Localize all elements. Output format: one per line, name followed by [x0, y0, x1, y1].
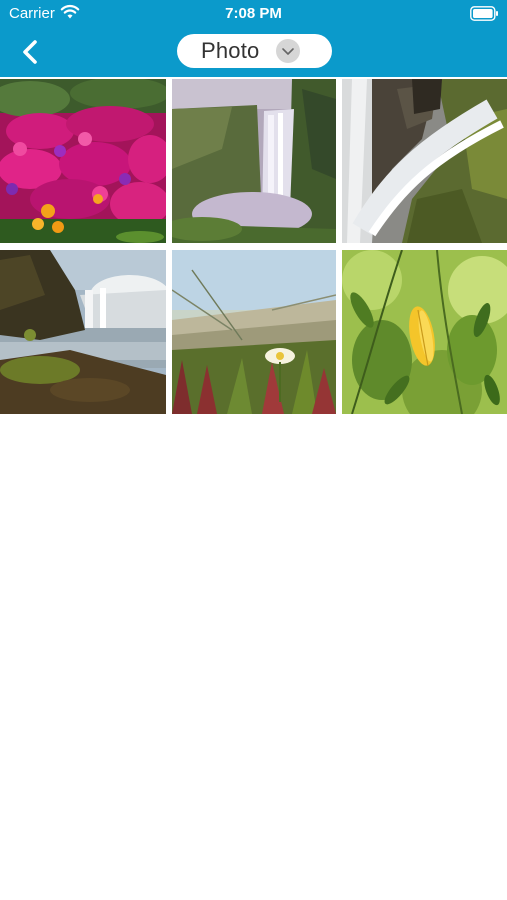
back-button[interactable] — [14, 36, 48, 70]
photo-pink-flowers[interactable] — [0, 79, 166, 243]
chevron-left-icon — [23, 40, 37, 64]
chevron-down-icon — [276, 39, 300, 63]
photo-yellow-leaf[interactable] — [342, 250, 507, 414]
photo-type-selector[interactable]: Photo — [177, 34, 332, 68]
battery-icon — [470, 6, 498, 21]
status-bar: Carrier 7:08 PM — [0, 0, 507, 28]
photo-beach-flower[interactable] — [172, 250, 336, 414]
nav-bar: Carrier 7:08 PM Photo — [0, 0, 507, 77]
photo-waterfall-closeup[interactable] — [342, 79, 507, 243]
selector-label: Photo — [201, 38, 260, 63]
clock: 7:08 PM — [225, 5, 282, 22]
photo-grid — [0, 79, 507, 414]
photo-waterfall-cliff[interactable] — [172, 79, 336, 243]
photo-waterfall-coast[interactable] — [0, 250, 166, 414]
